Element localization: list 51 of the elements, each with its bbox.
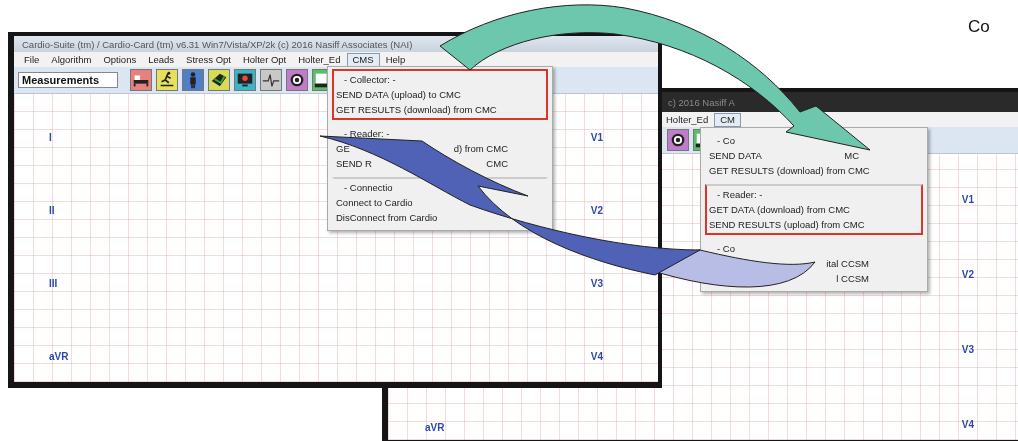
menu-item[interactable]: Stress Opt <box>180 52 237 67</box>
menu-item[interactable]: SEND RESULTS (upload) from CMC <box>709 217 865 232</box>
menu-section-label: - Reader: - <box>344 127 390 141</box>
lead-label: V3 <box>590 278 603 290</box>
menu-item[interactable]: DisConnect from Cardio <box>336 210 438 225</box>
toolbar-button[interactable] <box>667 129 689 151</box>
lead-label: V2 <box>590 205 603 217</box>
toolbar-button[interactable] <box>234 69 256 91</box>
menu-section-label: - Reader: - <box>717 188 763 202</box>
menu-item[interactable]: GET DATA (download) from CMC <box>709 202 850 217</box>
menu-item[interactable]: Holter_Ed <box>292 52 347 67</box>
lead-label: aVR <box>49 351 69 363</box>
menu-item[interactable]: l CCSM <box>836 271 869 286</box>
menu-item[interactable]: ital CCSM <box>826 256 869 271</box>
menu-item[interactable]: d) from CMC <box>453 141 508 156</box>
toolbar-button[interactable] <box>130 69 152 91</box>
menu-item[interactable]: GET RESULTS (download) from CMC <box>709 163 870 178</box>
menu-item[interactable]: CM <box>714 112 742 127</box>
menu-item[interactable]: Holter_Ed <box>660 112 715 127</box>
caption-text: Co <box>968 16 990 38</box>
toolbar-button[interactable] <box>286 69 308 91</box>
menu-item[interactable]: Connect to Cardio <box>336 195 413 210</box>
lead-label: II <box>49 205 56 217</box>
menu-item[interactable]: CMC <box>486 156 508 171</box>
measurements-field[interactable]: Measurements <box>18 72 118 88</box>
menu-section-label: - Co <box>717 134 735 148</box>
menu-item[interactable]: GE <box>336 141 350 156</box>
menu-item[interactable]: Algorithm <box>45 52 98 67</box>
menu-item[interactable]: MC <box>844 148 859 163</box>
lead-label: V4 <box>590 351 603 363</box>
menu-section-label: - Co <box>717 242 735 256</box>
menu-item[interactable]: CMS <box>346 52 380 67</box>
menu-item[interactable]: Leads <box>142 52 181 67</box>
menu-item[interactable]: SEND R <box>336 156 372 171</box>
menu-section-label: - Connectio <box>344 181 393 195</box>
toolbar-button[interactable] <box>260 69 282 91</box>
menu-item[interactable]: SEND DATA <box>709 148 762 163</box>
toolbar-button[interactable] <box>156 69 178 91</box>
menu-item[interactable]: Holter Opt <box>236 52 293 67</box>
menu-item[interactable]: Options <box>97 52 143 67</box>
lead-label: V4 <box>961 419 974 431</box>
menu-item[interactable]: File <box>18 52 46 67</box>
menu-item[interactable]: Help <box>379 52 412 67</box>
lead-label: aVR <box>425 422 445 434</box>
lead-label: I <box>49 132 53 144</box>
lead-label: V2 <box>961 269 974 281</box>
lead-label: V3 <box>961 344 974 356</box>
lead-label: III <box>49 278 59 290</box>
menu-section-label: - Collector: - <box>344 73 396 87</box>
lead-label: V1 <box>590 132 603 144</box>
lead-label: V1 <box>961 194 974 206</box>
